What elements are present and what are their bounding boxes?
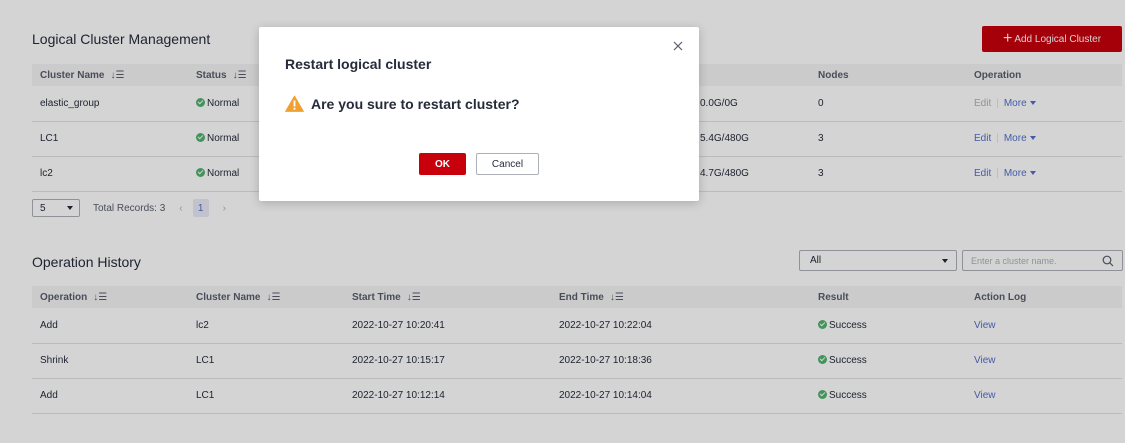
- warning-triangle-icon: [285, 95, 304, 112]
- dialog-message: Are you sure to restart cluster?: [285, 95, 520, 112]
- dialog-message-text: Are you sure to restart cluster?: [311, 95, 520, 112]
- dialog-title: Restart logical cluster: [285, 56, 432, 72]
- restart-cluster-dialog: Restart logical cluster Are you sure to …: [259, 27, 699, 201]
- ok-button[interactable]: OK: [419, 153, 466, 175]
- cancel-button[interactable]: Cancel: [476, 153, 539, 175]
- close-icon[interactable]: [672, 40, 684, 52]
